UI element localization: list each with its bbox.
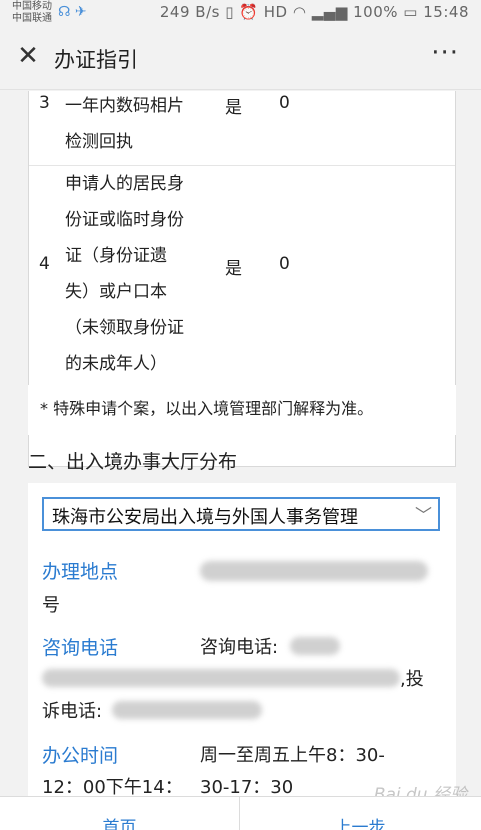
carrier-names: 中国移动 中国联通 xyxy=(12,1,52,25)
redacted-phone xyxy=(290,637,340,655)
signal-icon: ▂▄▆ xyxy=(311,3,348,21)
row-number: 4 xyxy=(39,254,50,274)
location-label: 办理地点 xyxy=(42,561,119,583)
hours-line2-a: 12：00下午14： xyxy=(42,777,183,796)
hall-select[interactable]: 珠海市公安局出入境与外国人事务管理 ﹀ xyxy=(42,497,440,531)
row-qty: 0 xyxy=(279,254,290,274)
content-area[interactable]: 3 一年内数码相片 检测回执 是 0 4 申请人的居民身 份证或临时身份 证（身… xyxy=(0,91,481,796)
row-name: 一年内数码相片 检测回执 xyxy=(65,96,184,152)
battery-icon: ▭ xyxy=(403,3,418,21)
hall-select-value: 珠海市公安局出入境与外国人事务管理 xyxy=(52,507,358,528)
alarm-icon: ⏰ xyxy=(239,3,259,21)
hours-line2-b: 30-17：30 xyxy=(200,777,294,796)
row-qty: 0 xyxy=(279,93,290,113)
phone-prefix: 咨询电话: xyxy=(200,637,279,658)
row-required: 是 xyxy=(225,98,242,118)
phone-label: 咨询电话 xyxy=(42,637,119,659)
page-title: 办证指引 xyxy=(54,48,138,72)
redacted-complaint-phone xyxy=(112,701,262,719)
table-row: 4 申请人的居民身 份证或临时身份 证（身份证遗 失）或户口本 （未领取身份证 … xyxy=(29,166,455,374)
vibrate-icon: ▯ xyxy=(225,3,234,21)
redacted-address xyxy=(200,561,428,581)
status-bar: 中国移动 中国联通 ☊ ✈ 249 B/s ▯ ⏰ HD ◠ ▂▄▆ 100% … xyxy=(0,0,481,26)
prev-step-button[interactable]: 上一步 xyxy=(240,797,480,830)
hours-label: 办公时间 xyxy=(42,745,119,767)
status-right: 249 B/s ▯ ⏰ HD ◠ ▂▄▆ 100% ▭ 15:48 xyxy=(160,3,469,21)
hd-icon: HD xyxy=(263,3,288,21)
redacted-phone-line xyxy=(42,669,400,687)
bottom-bar: 首页 上一步 xyxy=(0,796,481,830)
notification-icons: ☊ ✈ xyxy=(58,4,87,20)
complaint-suffix: ,投 xyxy=(400,669,424,690)
hours-line1: 周一至周五上午8：30- xyxy=(200,745,385,766)
table-row: 3 一年内数码相片 检测回执 是 0 xyxy=(29,91,455,166)
home-button[interactable]: 首页 xyxy=(0,797,240,830)
app-notify-icon: ✈ xyxy=(74,4,87,20)
wifi-icon: ◠ xyxy=(292,3,307,21)
hall-info-card: 珠海市公安局出入境与外国人事务管理 ﹀ 办理地点 号 咨询电话 咨询电话: ,投… xyxy=(28,483,456,796)
row-required: 是 xyxy=(225,259,242,279)
complaint-prefix: 诉电话: xyxy=(42,701,103,722)
close-icon[interactable]: ✕ xyxy=(14,42,42,70)
location-suffix: 号 xyxy=(42,595,60,616)
carrier-2: 中国联通 xyxy=(12,13,52,24)
headset-icon: ☊ xyxy=(58,4,71,20)
section-heading: 二、出入境办事大厅分布 xyxy=(28,451,238,473)
battery-percent: 100% xyxy=(353,3,399,21)
special-note: * 特殊申请个案，以出入境管理部门解释为准。 xyxy=(28,385,456,435)
row-number: 3 xyxy=(39,93,50,113)
title-bar: ✕ 办证指引 ··· xyxy=(0,26,481,90)
row-name: 申请人的居民身 份证或临时身份 证（身份证遗 失）或户口本 （未领取身份证 的未… xyxy=(65,174,184,374)
chevron-down-icon: ﹀ xyxy=(415,506,432,526)
clock: 15:48 xyxy=(423,3,469,21)
carrier-1: 中国移动 xyxy=(12,1,52,12)
ellipsis-icon[interactable]: ··· xyxy=(431,38,459,68)
network-speed: 249 B/s xyxy=(159,3,220,21)
